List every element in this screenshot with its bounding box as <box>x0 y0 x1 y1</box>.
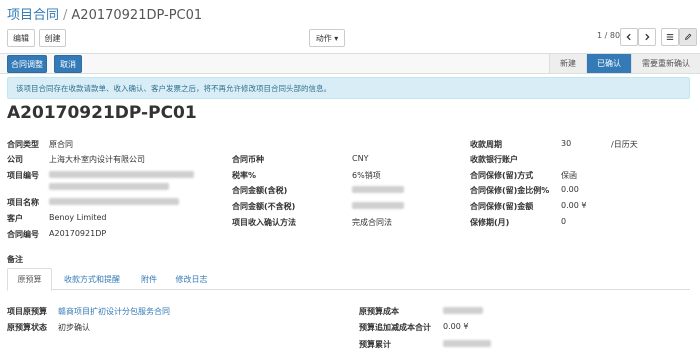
amount-with-tax-label: 合同金额(含税) <box>232 186 288 195</box>
status-confirmed[interactable]: 已确认 <box>586 54 631 73</box>
company-label: 公司 <box>7 155 23 164</box>
collection-period-value: 30 <box>561 139 572 148</box>
budget-cost-redacted <box>443 307 483 314</box>
tab-change-log[interactable]: 修改日志 <box>169 268 214 290</box>
edit-icon <box>685 33 692 40</box>
currency-label: 合同币种 <box>232 155 264 164</box>
budget-total-redacted <box>443 340 491 347</box>
form-view-button[interactable] <box>679 28 697 46</box>
breadcrumb-separator: / <box>63 8 68 23</box>
project-no-redacted-line2 <box>49 183 169 190</box>
pager-next-button[interactable] <box>638 28 656 46</box>
retention-method-value: 保函 <box>561 171 577 180</box>
customer-value: Benoy Limited <box>49 213 107 222</box>
bank-account-label: 收款银行账户 <box>470 155 518 164</box>
info-alert: 该项目合同存在收款请款单、收入确认、客户发票之后，将不再允许修改项目合同头部的信… <box>7 77 690 99</box>
budget-cost-label: 原预算成本 <box>359 307 399 316</box>
project-no-label: 项目编号 <box>7 171 39 180</box>
original-budget-label: 项目原预算 <box>7 307 47 316</box>
tax-value: 6%销项 <box>352 171 381 180</box>
contract-adjust-button[interactable]: 合同调整 <box>7 55 47 73</box>
project-name-redacted <box>49 198 179 205</box>
control-panel: 项目合同 / A20170921DP-PC01 编辑 创建 动作 ▾ 1 / 80 <box>0 0 700 54</box>
retention-method-label: 合同保修(留)方式 <box>470 171 534 180</box>
warranty-period-value: 0 <box>561 217 567 226</box>
budget-state-label: 原预算状态 <box>7 323 47 332</box>
retention-ratio-label: 合同保修(留)金比例% <box>470 186 550 195</box>
tab-original-budget[interactable]: 原预算 <box>7 268 52 291</box>
original-budget-link[interactable]: 赣商项目扩初设计分包服务合同 <box>58 306 170 317</box>
budget-adjust-value: 0.00 ¥ <box>443 322 469 331</box>
create-button[interactable]: 创建 <box>39 29 66 47</box>
chevron-left-icon <box>626 33 631 41</box>
status-reconfirm[interactable]: 需要重新确认 <box>631 54 700 73</box>
breadcrumb-parent-link[interactable]: 项目合同 <box>7 8 59 23</box>
status-new[interactable]: 新建 <box>549 54 586 73</box>
customer-label: 客户 <box>7 214 23 223</box>
amount-without-tax-label: 合同金额(不含税) <box>232 202 296 211</box>
budget-adjust-label: 预算追加减成本合计 <box>359 323 431 332</box>
cancel-button[interactable]: 取消 <box>54 55 82 73</box>
contract-type-label: 合同类型 <box>7 140 39 149</box>
statusbar-row: 合同调整 取消 新建 已确认 需要重新确认 <box>0 54 700 74</box>
list-icon <box>666 34 674 40</box>
amount-without-tax-redacted <box>352 202 404 209</box>
breadcrumb-current: A20170921DP-PC01 <box>71 8 203 23</box>
project-name-label: 项目名称 <box>7 198 39 207</box>
notebook-tabs: 原预算 收款方式和提醒 附件 修改日志 <box>7 268 690 291</box>
retention-amount-value: 0.00 ¥ <box>561 201 587 210</box>
edit-button[interactable]: 编辑 <box>7 29 35 47</box>
budget-total-label: 预算累计 <box>359 340 391 349</box>
project-no-redacted <box>49 171 194 178</box>
collection-period-unit: /日历天 <box>611 140 638 149</box>
collection-period-label: 收款周期 <box>470 140 502 149</box>
currency-value: CNY <box>352 154 369 163</box>
pager-value: 1 / 80 <box>597 31 621 40</box>
pager-previous-button[interactable] <box>620 28 638 46</box>
tab-attachments[interactable]: 附件 <box>133 268 165 290</box>
contract-no-value: A20170921DP <box>49 229 107 238</box>
warranty-period-label: 保修期(月) <box>470 218 510 227</box>
amount-with-tax-redacted <box>352 186 404 193</box>
budget-state-value: 初步确认 <box>58 323 90 332</box>
action-dropdown[interactable]: 动作 ▾ <box>309 29 345 47</box>
list-view-button[interactable] <box>661 28 679 46</box>
contract-type-value: 原合同 <box>49 140 73 149</box>
revenue-method-label: 项目收入确认方法 <box>232 218 296 227</box>
record-title: A20170921DP-PC01 <box>7 103 197 123</box>
chevron-right-icon <box>645 33 650 41</box>
tab-payment-terms[interactable]: 收款方式和提醒 <box>57 268 127 290</box>
revenue-method-value: 完成合同法 <box>352 218 392 227</box>
contract-no-label: 合同编号 <box>7 230 39 239</box>
notes-label: 备注 <box>7 255 23 264</box>
status-bar: 新建 已确认 需要重新确认 <box>549 54 700 73</box>
breadcrumb: 项目合同 / A20170921DP-PC01 <box>7 4 202 23</box>
retention-amount-label: 合同保修(留)金额 <box>470 202 534 211</box>
retention-ratio-value: 0.00 <box>561 185 579 194</box>
tax-label: 税率% <box>232 171 257 180</box>
company-value: 上海大朴室内设计有限公司 <box>49 155 145 164</box>
